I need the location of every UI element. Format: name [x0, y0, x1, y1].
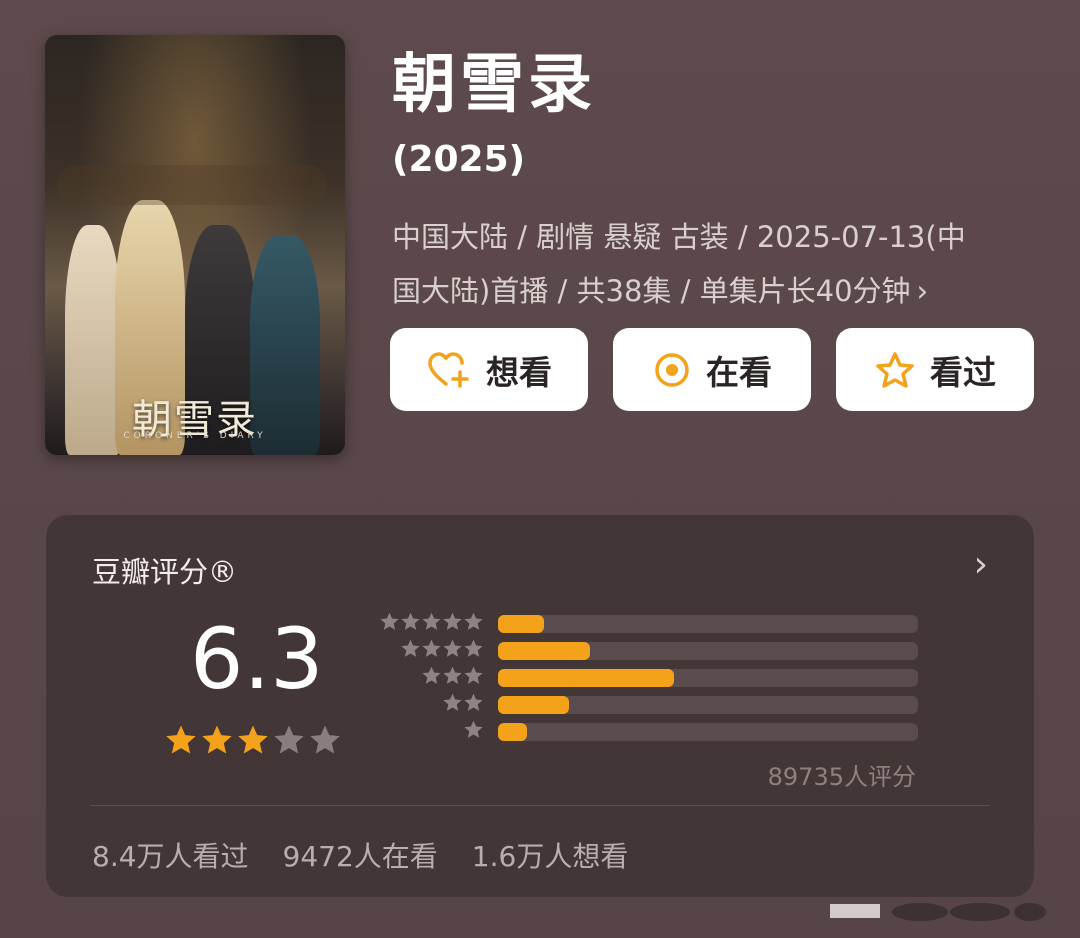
row-stars-icon — [376, 665, 484, 686]
rater-count: 89735人评分 — [767, 763, 916, 791]
want-count: 1.6万人想看 — [471, 840, 629, 873]
release-year: (2025) — [392, 139, 526, 180]
distribution-row-3-star — [376, 666, 936, 687]
score-stars — [164, 723, 342, 761]
star-filled-icon — [200, 723, 234, 761]
watermark — [830, 898, 1050, 924]
rating-card-title: 豆瓣评分® — [92, 555, 238, 589]
movie-meta[interactable]: 中国大陆 / 剧情 悬疑 古装 / 2025-07-13(中 国大陆)首播 / … — [392, 210, 1022, 318]
want-to-watch-label: 想看 — [486, 352, 552, 392]
distribution-row-1-star — [376, 720, 936, 741]
distribution-bar — [498, 615, 544, 633]
distribution-row-4-star — [376, 639, 936, 660]
page-title: 朝雪录 — [392, 48, 596, 122]
star-filled-icon — [236, 723, 270, 761]
watched-label: 看过 — [930, 352, 996, 392]
watching-button[interactable]: 在看 — [613, 328, 811, 411]
row-stars-icon — [376, 692, 484, 713]
distribution-row-2-star — [376, 693, 936, 714]
divider — [90, 805, 990, 806]
rating-card[interactable]: 豆瓣评分® › 6.3 89735人评分 8.4万人看过 9472人在看 1.6… — [46, 515, 1034, 897]
audience-stats: 8.4万人看过 9472人在看 1.6万人想看 — [92, 835, 628, 875]
distribution-bar — [498, 642, 590, 660]
star-outline-icon — [874, 350, 916, 390]
distribution-track — [498, 642, 918, 660]
watching-label: 在看 — [706, 352, 772, 392]
row-stars-icon — [376, 719, 484, 740]
distribution-track — [498, 723, 918, 741]
meta-line-2: 国大陆)首播 / 共38集 / 单集片长40分钟 › — [392, 274, 929, 308]
distribution-bar — [498, 723, 527, 741]
watched-button[interactable]: 看过 — [836, 328, 1034, 411]
poster-image[interactable]: 朝雪录 CORONER'S DIARY — [45, 35, 345, 455]
star-filled-icon — [164, 723, 198, 761]
watched-count: 8.4万人看过 — [92, 840, 249, 873]
row-stars-icon — [376, 611, 484, 632]
distribution-track — [498, 696, 918, 714]
distribution-bar — [498, 696, 569, 714]
distribution-track — [498, 669, 918, 687]
distribution-bar — [498, 669, 674, 687]
watching-count: 9472人在看 — [282, 840, 438, 873]
want-to-watch-button[interactable]: 想看 — [390, 328, 588, 411]
chevron-right-icon[interactable]: › — [974, 545, 988, 585]
meta-line-1: 中国大陆 / 剧情 悬疑 古装 / 2025-07-13(中 — [392, 220, 966, 254]
heart-plus-icon — [426, 350, 472, 390]
distribution-row-5-star — [376, 612, 936, 633]
target-icon — [652, 350, 692, 390]
rating-score: 6.3 — [190, 610, 324, 708]
distribution-track — [498, 615, 918, 633]
poster-title-en: CORONER'S DIARY — [123, 431, 267, 441]
star-empty-icon — [308, 723, 342, 761]
star-empty-icon — [272, 723, 306, 761]
chevron-right-icon: › — [916, 274, 929, 308]
row-stars-icon — [376, 638, 484, 659]
